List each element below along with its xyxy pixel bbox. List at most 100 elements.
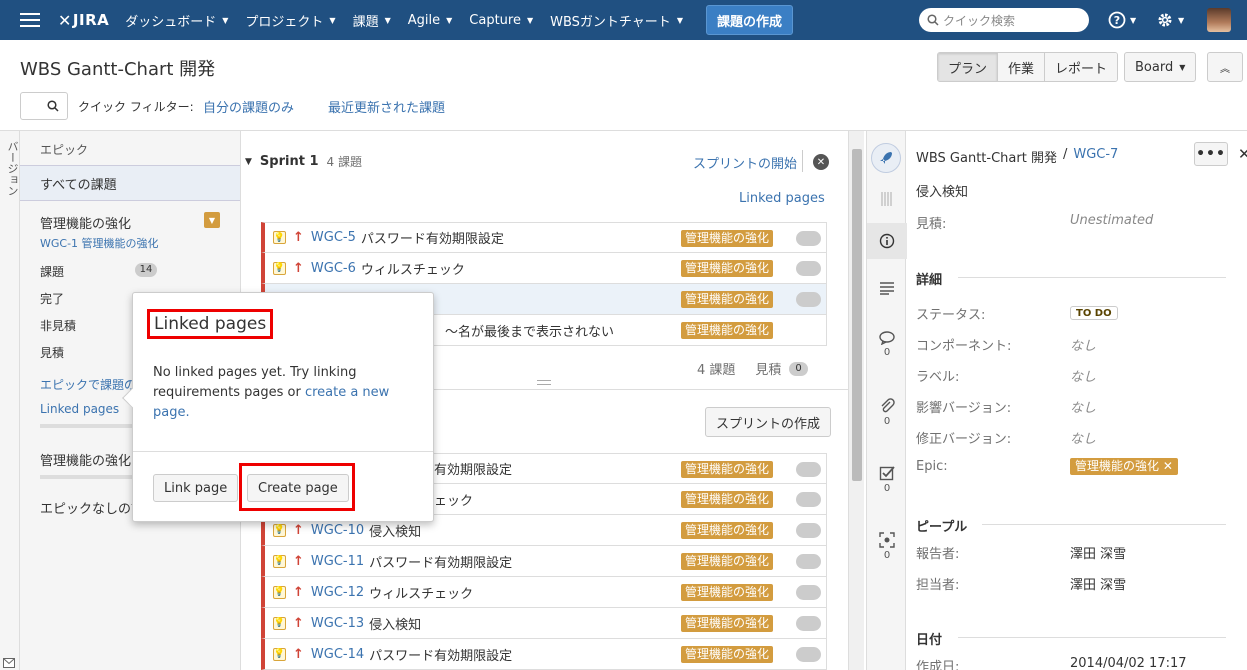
filter-search-input[interactable] [20, 92, 68, 120]
issue-summary: ウィルスチェック [360, 262, 465, 278]
description-tab[interactable] [867, 281, 907, 295]
close-icon[interactable]: ✕ [1238, 145, 1247, 163]
help-menu[interactable]: ? ▼ [1108, 0, 1136, 40]
scrollbar-thumb[interactable] [852, 149, 862, 481]
issue-row[interactable]: 💡 ↑ WGC-6 ウィルスチェック 管理機能の強化 [261, 253, 827, 284]
versions-panel-toggle[interactable]: バージョン [0, 131, 20, 670]
fix-version-value[interactable]: なし [1070, 428, 1096, 447]
epic-field-lozenge[interactable]: 管理機能の強化 ✕ [1070, 458, 1178, 475]
details-tab[interactable] [867, 223, 907, 259]
close-icon[interactable]: ✕ [813, 154, 829, 170]
attachments-tab[interactable]: 0 [867, 398, 907, 427]
jira-logo[interactable]: ✕ JIRA [58, 11, 109, 30]
quick-search-input[interactable]: クイック検索 [919, 8, 1089, 32]
issue-row[interactable]: 💡 ↑ WGC-13 侵入検知 管理機能の強化 [261, 608, 827, 639]
rocket-icon[interactable] [871, 143, 901, 173]
breadcrumb-separator: / [1062, 147, 1068, 162]
sprint-header[interactable]: ▼ Sprint 1 4 課題 [245, 153, 362, 170]
estimate-value[interactable]: Unestimated [1070, 213, 1153, 228]
epic-lozenge: 管理機能の強化 [681, 461, 774, 478]
issue-row[interactable]: 💡 ↑ WGC-11 パスワード有効期限設定 管理機能の強化 [261, 546, 827, 577]
capture-tab[interactable]: 0 [867, 532, 907, 561]
component-value[interactable]: なし [1070, 335, 1096, 354]
sprint-linked-pages-link[interactable]: Linked pages [739, 191, 825, 206]
backlog-scrollbar[interactable] [848, 131, 864, 670]
drag-handle-icon[interactable] [867, 191, 907, 211]
reporter-value[interactable]: 澤田 深雪 [1070, 543, 1126, 562]
epic-all-issues[interactable]: すべての課題 [20, 165, 240, 201]
link-page-button[interactable]: Link page [153, 474, 239, 502]
subtasks-tab[interactable]: 0 [867, 465, 907, 494]
issue-key[interactable]: WGC-5 [311, 230, 356, 245]
nav-issues[interactable]: 課題 ▼ [353, 11, 391, 30]
nav-dashboards[interactable]: ダッシュボード ▼ [125, 11, 228, 30]
affects-version-value[interactable]: なし [1070, 397, 1096, 416]
screenshot-icon [879, 532, 895, 548]
quick-filter-my-issues[interactable]: 自分の課題のみ [203, 97, 294, 116]
labels-value[interactable]: なし [1070, 366, 1096, 385]
nav-capture[interactable]: Capture ▼ [469, 11, 533, 30]
status-badge[interactable]: TO DO [1070, 306, 1118, 320]
epic-menu-dropdown-icon[interactable]: ▼ [204, 212, 220, 228]
attachment-icon [881, 398, 895, 413]
start-sprint-link[interactable]: スプリントの開始 [693, 153, 797, 172]
issue-key[interactable]: WGC-14 [311, 647, 364, 662]
app-switcher-icon[interactable] [20, 13, 40, 27]
chevron-down-icon: ▼ [1179, 62, 1186, 72]
component-label: コンポーネント: [916, 339, 1012, 354]
chevron-down-icon: ▼ [329, 15, 336, 25]
issue-summary: ～名が最後まで表示されない [445, 324, 615, 340]
gear-icon [1158, 13, 1172, 27]
quick-filter-recently-updated[interactable]: 最近更新された課題 [328, 97, 445, 116]
remove-epic-icon[interactable]: ✕ [1163, 459, 1173, 473]
issue-summary: 侵入検知 [369, 524, 422, 540]
issue-summary: ェック [434, 493, 474, 509]
resize-handle[interactable] [537, 380, 551, 385]
chevron-up-icon: ︽ [1220, 63, 1230, 75]
epic-linked-pages-link[interactable]: Linked pages [40, 402, 119, 416]
issue-row[interactable]: 💡 ↑ WGC-12 ウィルスチェック 管理機能の強化 [261, 577, 827, 608]
improvement-type-icon: 💡 [273, 585, 286, 599]
more-actions-button[interactable]: ••• [1194, 142, 1228, 166]
work-mode-button[interactable]: 作業 [998, 53, 1046, 81]
issues-without-epic[interactable]: エピックなしの課 [40, 498, 144, 517]
user-avatar[interactable] [1207, 8, 1231, 32]
create-sprint-button[interactable]: スプリントの作成 [705, 407, 832, 437]
estimate-badge [796, 554, 821, 569]
fix-version-label: 修正バージョン: [916, 432, 1012, 447]
sprint-footer-count: 4 課題 [697, 363, 736, 378]
create-issue-button[interactable]: 課題の作成 [705, 5, 793, 35]
issue-key[interactable]: WGC-12 [311, 585, 364, 600]
epic-name-secondary[interactable]: 管理機能の強化 [40, 450, 131, 469]
epic-key-link[interactable]: WGC-1 管理機能の強化 [40, 235, 159, 251]
breadcrumb-issue-key[interactable]: WGC-7 [1073, 147, 1118, 166]
nav-projects[interactable]: プロジェクト ▼ [245, 11, 335, 30]
epic-name[interactable]: 管理機能の強化 [40, 213, 131, 232]
assignee-label: 担当者: [916, 578, 960, 593]
breadcrumb-project[interactable]: WBS Gantt-Chart 開発 [916, 147, 1057, 166]
description-icon [880, 282, 894, 295]
chevron-down-icon[interactable]: ▼ [245, 157, 252, 167]
issue-key[interactable]: WGC-11 [311, 554, 364, 569]
report-mode-button[interactable]: レポート [1045, 53, 1118, 81]
issue-row[interactable]: 💡 ↑ WGC-14 パスワード有効期限設定 管理機能の強化 [261, 639, 827, 670]
assignee-value[interactable]: 澤田 深雪 [1070, 574, 1126, 593]
board-menu-button[interactable]: Board ▼ [1124, 52, 1197, 82]
plan-mode-button[interactable]: プラン [938, 53, 999, 81]
reporter-label: 報告者: [916, 547, 960, 562]
epic-lozenge: 管理機能の強化 [681, 615, 774, 632]
issue-key[interactable]: WGC-10 [311, 523, 364, 538]
comments-tab[interactable]: 0 [867, 331, 907, 358]
epic-stat-done-label: 完了 [40, 292, 65, 306]
nav-wbs-gantt[interactable]: WBSガントチャート ▼ [550, 11, 683, 30]
view-mode-switcher: プラン 作業 レポート [937, 52, 1119, 82]
nav-agile[interactable]: Agile ▼ [408, 11, 453, 30]
issue-key[interactable]: WGC-13 [311, 616, 364, 631]
issue-row[interactable]: 💡 ↑ WGC-5 パスワード有効期限設定 管理機能の強化 [261, 222, 827, 253]
mail-icon[interactable] [3, 658, 15, 668]
settings-menu[interactable]: ▼ [1156, 0, 1184, 40]
collapse-header-button[interactable]: ︽ [1207, 52, 1243, 82]
create-page-button[interactable]: Create page [247, 474, 349, 502]
issue-key[interactable]: WGC-6 [311, 261, 356, 276]
search-placeholder: クイック検索 [943, 13, 1016, 28]
